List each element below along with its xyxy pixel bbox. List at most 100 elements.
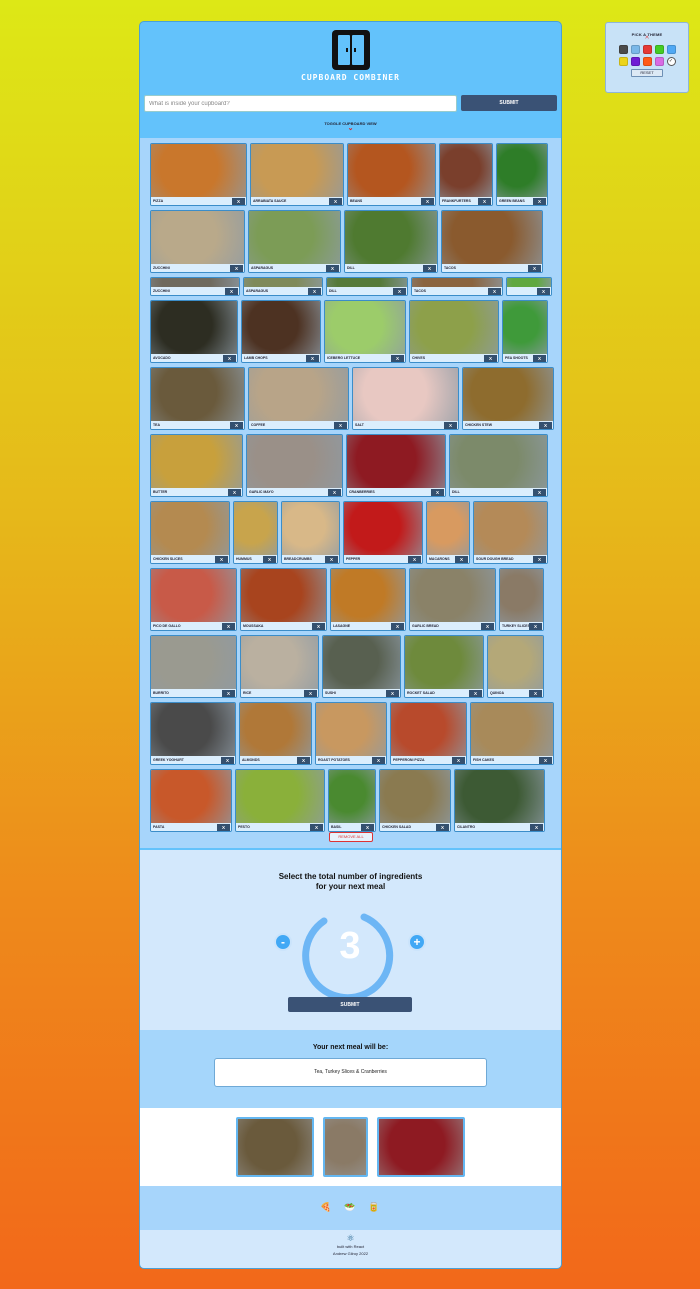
remove-ingredient-button[interactable]: X [217, 824, 230, 831]
remove-ingredient-button[interactable]: X [334, 422, 347, 429]
remove-ingredient-button[interactable]: X [306, 355, 319, 362]
remove-ingredient-button[interactable]: X [455, 556, 468, 563]
remove-ingredient-button[interactable]: X [488, 288, 501, 295]
remove-ingredient-button[interactable]: X [533, 489, 546, 496]
ingredient-photo [251, 144, 343, 197]
chevron-up-icon[interactable]: ^ [606, 36, 688, 43]
remove-ingredient-button[interactable]: X [528, 265, 541, 272]
remove-ingredient-button[interactable]: X [372, 757, 385, 764]
cupboard-grid: Pizza X Arrabiata Sauce X Beans X Frankfurters… [140, 138, 561, 848]
remove-ingredient-button[interactable]: X [232, 198, 245, 205]
remove-ingredient-button[interactable]: X [326, 265, 339, 272]
pizza-icon: 🍕 [320, 1202, 332, 1212]
remove-ingredient-button[interactable]: X [308, 288, 321, 295]
ingredient-photo [151, 301, 237, 354]
remove-ingredient-button[interactable]: X [304, 690, 317, 697]
theme-swatch[interactable] [666, 45, 676, 54]
ingredient-tile: Tacos X [441, 210, 543, 273]
theme-swatch[interactable] [618, 57, 628, 66]
theme-swatch[interactable] [654, 57, 664, 66]
remove-ingredient-button[interactable]: X [329, 198, 342, 205]
remove-ingredient-button[interactable]: X [537, 288, 550, 295]
remove-ingredient-button[interactable]: X [423, 265, 436, 272]
theme-reset-button[interactable]: RESET [631, 69, 663, 77]
remove-ingredient-button[interactable]: X [393, 288, 406, 295]
ingredient-photo [151, 502, 229, 555]
remove-ingredient-button[interactable]: X [391, 623, 404, 630]
selected-ingredients [140, 1108, 561, 1186]
remove-ingredient-button[interactable]: X [484, 355, 497, 362]
remove-ingredient-button[interactable]: X [228, 489, 241, 496]
remove-ingredient-button[interactable]: X [444, 422, 457, 429]
remove-ingredient-button[interactable]: X [431, 489, 444, 496]
remove-ingredient-button[interactable]: X [533, 198, 546, 205]
ingredient-tile: Basil X [328, 769, 376, 832]
ingredient-photo [151, 703, 235, 756]
theme-swatch[interactable]: ✓ [666, 57, 676, 66]
remove-ingredient-button[interactable]: X [215, 556, 228, 563]
search-input[interactable] [144, 95, 457, 112]
ingredient-photo [450, 435, 547, 488]
remove-ingredient-button[interactable]: X [386, 690, 399, 697]
remove-ingredient-button[interactable]: X [222, 623, 235, 630]
remove-ingredient-button[interactable]: X [221, 757, 234, 764]
ingredient-photo [151, 211, 244, 264]
ingredient-tile: Burrito X [150, 635, 237, 698]
ingredient-photo [410, 569, 495, 622]
remove-ingredient-button[interactable]: X [225, 288, 238, 295]
remove-ingredient-button[interactable]: X [469, 690, 482, 697]
selected-ingredient-photo [377, 1117, 465, 1177]
remove-ingredient-button[interactable]: X [533, 355, 546, 362]
selected-ingredient-photo [236, 1117, 314, 1177]
ingredient-tile: Moussaka X [240, 568, 327, 631]
remove-ingredient-button[interactable]: X [408, 556, 421, 563]
remove-ingredient-button[interactable]: X [325, 556, 338, 563]
remove-ingredient-button[interactable]: X [312, 623, 325, 630]
ingredient-tile: Zucchini X [150, 210, 245, 273]
ingredient-tile: Arrabiata Sauce X [250, 143, 344, 206]
remove-ingredient-button[interactable]: X [452, 757, 465, 764]
ingredient-photo [344, 502, 422, 555]
remove-ingredient-button[interactable]: X [481, 623, 494, 630]
theme-swatch[interactable] [642, 57, 652, 66]
remove-ingredient-button[interactable]: X [533, 556, 546, 563]
theme-swatch[interactable] [642, 45, 652, 54]
theme-swatch[interactable] [630, 57, 640, 66]
ingredient-photo [405, 636, 483, 689]
remove-ingredient-button[interactable]: X [539, 422, 552, 429]
theme-swatch[interactable] [630, 45, 640, 54]
remove-ingredient-button[interactable]: X [539, 757, 552, 764]
remove-all-button[interactable]: REMOVE ALL [329, 832, 373, 842]
ingredient-photo [327, 278, 407, 287]
remove-ingredient-button[interactable]: X [230, 422, 243, 429]
increase-count-button[interactable]: + [408, 933, 426, 951]
count-submit-button[interactable]: SUBMIT [288, 997, 412, 1012]
ingredient-tile: Pizza X [150, 143, 247, 206]
remove-ingredient-button[interactable]: X [436, 824, 449, 831]
remove-ingredient-button[interactable]: X [263, 556, 276, 563]
theme-swatch[interactable] [618, 45, 628, 54]
toggle-cupboard-view[interactable]: TOGGLE CUPBOARD VIEW ⌄ [140, 121, 561, 132]
remove-ingredient-button[interactable]: X [328, 489, 341, 496]
decrease-count-button[interactable]: - [274, 933, 292, 951]
ingredient-tile: Pea Shoots X [502, 300, 548, 363]
remove-ingredient-button[interactable]: X [297, 757, 310, 764]
theme-swatch[interactable] [654, 45, 664, 54]
remove-ingredient-button[interactable]: X [529, 690, 542, 697]
remove-ingredient-button[interactable]: X [361, 824, 374, 831]
search-submit-button[interactable]: SUBMIT [461, 95, 557, 111]
remove-ingredient-button[interactable]: X [421, 198, 434, 205]
remove-ingredient-button[interactable]: X [529, 623, 542, 630]
ingredient-tile: Beans X [347, 143, 436, 206]
remove-ingredient-button[interactable]: X [391, 355, 404, 362]
remove-ingredient-button[interactable]: X [478, 198, 491, 205]
remove-ingredient-button[interactable]: X [222, 690, 235, 697]
remove-ingredient-button[interactable]: X [230, 265, 243, 272]
footer: ⚛ built with React Andrew Gilroy 2022 [140, 1230, 561, 1268]
ingredient-tile: Roast Potatoes X [315, 702, 387, 765]
remove-ingredient-button[interactable]: X [310, 824, 323, 831]
chevron-down-icon[interactable]: ⌄ [140, 125, 561, 132]
ingredient-photo [497, 144, 547, 197]
remove-ingredient-button[interactable]: X [530, 824, 543, 831]
remove-ingredient-button[interactable]: X [223, 355, 236, 362]
